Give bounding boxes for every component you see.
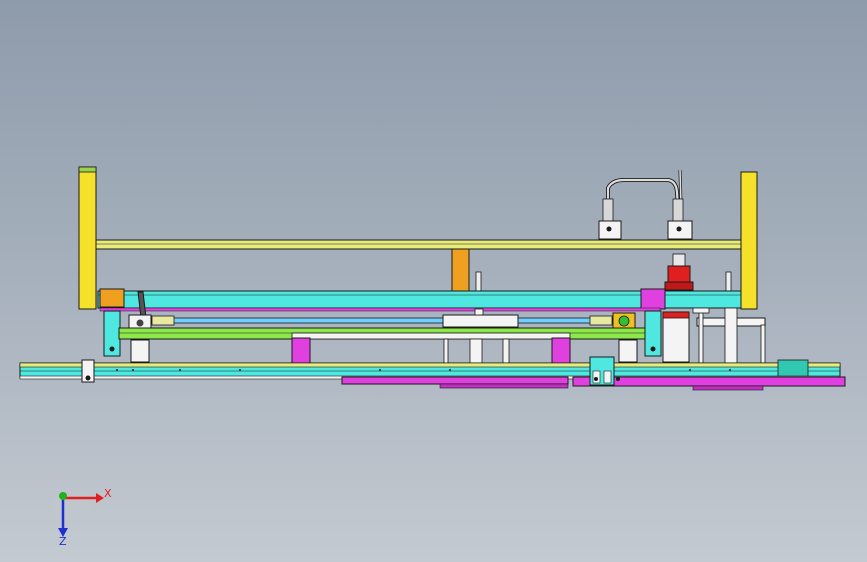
magenta-leg-right [551, 337, 571, 364]
orange-block-center [451, 248, 470, 292]
hose-loop [606, 169, 683, 211]
right-yellow-post [740, 171, 758, 310]
white-post-a [469, 338, 483, 364]
top-rail [95, 239, 742, 250]
center-carriage [442, 308, 519, 328]
machine-assembly-drawing: X Z [19, 166, 846, 548]
white-post-c [443, 338, 449, 364]
z-axis-label: Z [59, 535, 67, 548]
sensor-bracket-left [598, 198, 622, 240]
lead-screw [151, 315, 613, 326]
right-fixture [692, 307, 766, 364]
left-yellow-post [78, 166, 97, 310]
sensor-bracket-right [667, 198, 693, 240]
right-pin [725, 271, 732, 293]
magenta-leg-left [291, 337, 311, 364]
x-axis-label: X [104, 487, 112, 500]
cad-viewport[interactable]: X Z [0, 0, 867, 562]
center-pin [475, 271, 482, 293]
red-cylinder [664, 253, 694, 291]
white-post-b [502, 338, 510, 364]
white-slab [291, 332, 571, 340]
cyan-main-beam [97, 288, 742, 310]
screw-coupling [612, 312, 636, 330]
bottom-rail [19, 359, 841, 380]
y-axis-dot [59, 492, 67, 500]
coordinate-triad: X Z [52, 487, 112, 548]
left-end-clamp [81, 359, 95, 383]
magenta-strip [99, 307, 661, 312]
